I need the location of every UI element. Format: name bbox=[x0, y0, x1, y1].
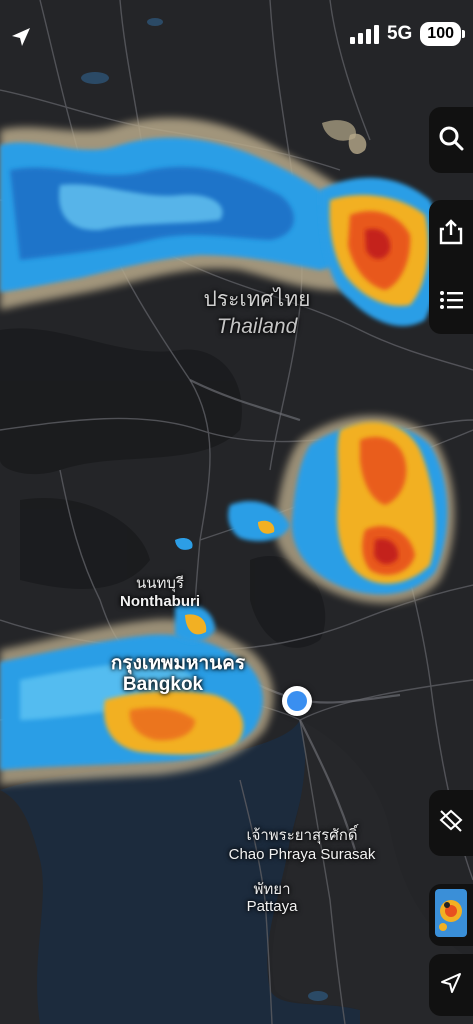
radar-thumbnail-icon bbox=[435, 888, 467, 942]
cellular-signal-icon bbox=[349, 24, 379, 44]
map-thumbnail-button[interactable] bbox=[429, 884, 473, 946]
layers-button[interactable] bbox=[429, 790, 473, 856]
list-icon[interactable] bbox=[439, 290, 463, 315]
battery-indicator: 100 bbox=[420, 22, 465, 46]
radar-map[interactable] bbox=[0, 0, 473, 1024]
locate-button[interactable] bbox=[429, 954, 473, 1016]
status-bar: 5G 100 bbox=[0, 0, 473, 64]
search-icon bbox=[438, 125, 464, 156]
search-button[interactable] bbox=[429, 107, 473, 173]
current-location-marker[interactable] bbox=[282, 686, 312, 716]
country-label-thai: ประเทศไทย bbox=[203, 287, 311, 311]
layers-icon bbox=[438, 808, 464, 839]
action-panel bbox=[429, 200, 473, 334]
nonthaburi-label-en: Nonthaburi bbox=[120, 593, 200, 610]
location-services-icon bbox=[10, 26, 32, 53]
share-icon[interactable] bbox=[439, 219, 463, 250]
nonthaburi-label-thai: นนทบุรี bbox=[136, 574, 184, 592]
country-label-en: Thailand bbox=[216, 315, 298, 338]
surasak-label-en: Chao Phraya Surasak bbox=[228, 846, 376, 863]
network-type: 5G bbox=[386, 23, 413, 44]
surasak-label-thai: เจ้าพระยาสุรศักดิ์ bbox=[246, 826, 358, 844]
pattaya-label-en: Pattaya bbox=[246, 898, 298, 915]
bangkok-label-en: Bangkok bbox=[122, 674, 204, 695]
location-arrow-icon bbox=[439, 971, 463, 1000]
